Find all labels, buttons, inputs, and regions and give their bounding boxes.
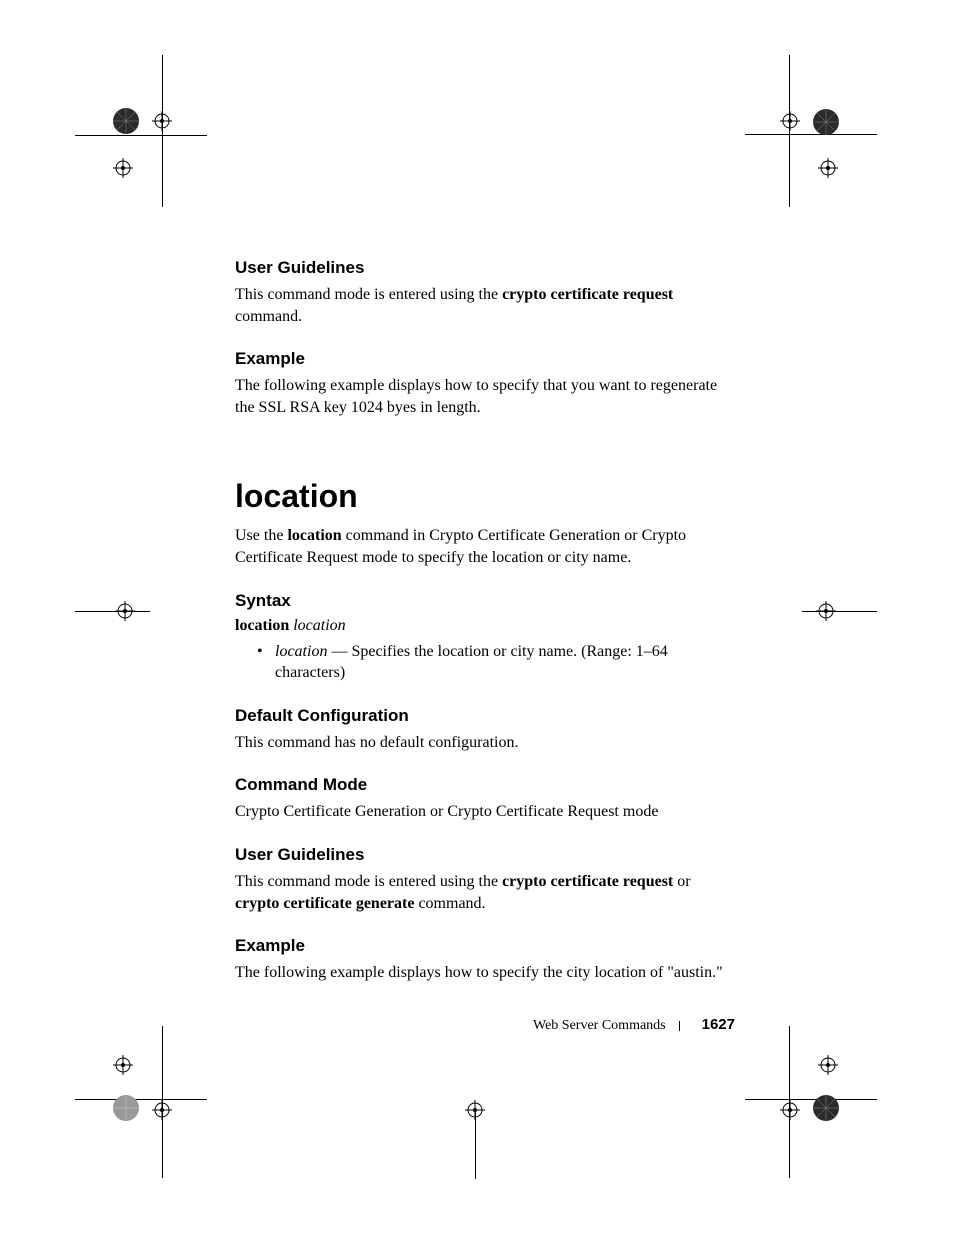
page-number: 1627 [702, 1016, 735, 1033]
registration-mark-icon [113, 158, 133, 178]
bullet-text: location — Specifies the location or cit… [275, 641, 735, 684]
registration-mark-icon [152, 1100, 172, 1120]
text: This command mode is entered using the [235, 286, 502, 303]
body-text: This command mode is entered using the c… [235, 871, 735, 914]
body-text: Crypto Certificate Generation or Crypto … [235, 801, 735, 823]
heading-user-guidelines: User Guidelines [235, 845, 735, 865]
heading-example: Example [235, 936, 735, 956]
section-name: Web Server Commands [533, 1018, 666, 1033]
registration-mark-icon [780, 111, 800, 131]
command-name: location [287, 527, 341, 544]
syntax-keyword: location [235, 617, 289, 634]
text: or [673, 873, 690, 890]
divider-icon [679, 1021, 680, 1031]
registration-mark-icon [113, 1055, 133, 1075]
text: — Specifies the location or city name. (… [275, 643, 668, 682]
command-name: crypto certificate request [502, 873, 673, 890]
registration-mark-icon [816, 601, 836, 621]
body-text: The following example displays how to sp… [235, 962, 735, 984]
page-content: User Guidelines This command mode is ent… [235, 258, 735, 1006]
body-text: Use the location command in Crypto Certi… [235, 525, 735, 568]
bullet-icon: • [257, 641, 275, 684]
bullet-item: • location — Specifies the location or c… [235, 641, 735, 684]
page-footer: Web Server Commands 1627 [0, 1016, 735, 1034]
text: This command mode is entered using the [235, 873, 502, 890]
heading-example: Example [235, 349, 735, 369]
body-text: This command has no default configuratio… [235, 732, 735, 754]
registration-mark-icon [111, 106, 141, 136]
registration-mark-icon [818, 1055, 838, 1075]
command-title: location [235, 478, 735, 515]
registration-mark-icon [115, 601, 135, 621]
command-name: crypto certificate generate [235, 895, 414, 912]
registration-mark-icon [811, 1093, 841, 1123]
heading-syntax: Syntax [235, 591, 735, 611]
heading-user-guidelines: User Guidelines [235, 258, 735, 278]
text: Use the [235, 527, 287, 544]
text: command. [235, 308, 302, 325]
registration-mark-icon [780, 1100, 800, 1120]
body-text: This command mode is entered using the c… [235, 284, 735, 327]
registration-mark-icon [811, 107, 841, 137]
heading-command-mode: Command Mode [235, 775, 735, 795]
body-text: The following example displays how to sp… [235, 375, 735, 418]
command-name: crypto certificate request [502, 286, 673, 303]
syntax-arg: location [275, 643, 327, 660]
registration-mark-icon [152, 111, 172, 131]
syntax-line: location location [235, 617, 735, 635]
registration-mark-icon [818, 158, 838, 178]
syntax-arg: location [293, 617, 345, 634]
registration-mark-icon [465, 1100, 485, 1120]
heading-default-config: Default Configuration [235, 706, 735, 726]
registration-mark-icon [111, 1093, 141, 1123]
text: command. [414, 895, 485, 912]
